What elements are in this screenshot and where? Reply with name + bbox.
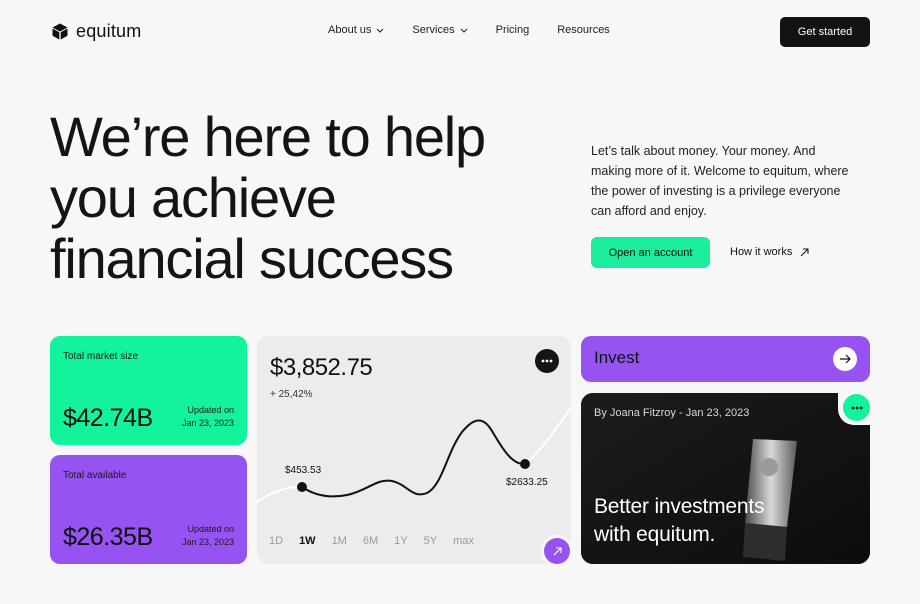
stat-updated-date: Jan 23, 2023 <box>181 537 234 547</box>
brand-name: equitum <box>76 21 142 41</box>
article-more-button[interactable] <box>843 394 870 421</box>
logo[interactable]: equitum <box>52 21 141 42</box>
range-tab-1y[interactable]: 1Y <box>394 535 407 547</box>
hero-title: We’re here to help you achieve financial… <box>50 106 570 289</box>
article-title-line: with equitum. <box>594 523 716 546</box>
stat-updated-date: Jan 23, 2023 <box>181 418 234 428</box>
nav-label: Pricing <box>495 24 530 36</box>
range-tab-5y[interactable]: 5Y <box>424 535 437 547</box>
stat-label: Total available <box>63 470 127 481</box>
stat-card-total-available[interactable]: Total available $26.35B Updated on Jan 2… <box>50 455 247 564</box>
cube-logo-icon <box>52 23 68 40</box>
invest-label: Invest <box>594 348 640 367</box>
range-tab-6m[interactable]: 6M <box>363 535 378 547</box>
stat-value: $42.74B <box>63 404 153 432</box>
chart-point-label: $2633.25 <box>506 477 548 488</box>
top-nav: equitum About us Services Pricing Resour… <box>0 0 920 62</box>
chevron-down-icon <box>377 28 384 33</box>
hero-title-line: financial success <box>50 227 454 290</box>
open-account-button[interactable]: Open an account <box>591 237 710 268</box>
portfolio-change: + 25,42% <box>270 389 313 400</box>
invest-bar[interactable]: Invest <box>581 336 870 382</box>
stat-updated-label: Updated on <box>187 405 234 415</box>
chart-line-background <box>257 485 303 503</box>
hero-title-line: you achieve <box>50 166 337 229</box>
nav-item-resources[interactable]: Resources <box>557 24 610 36</box>
chevron-down-icon <box>460 28 467 33</box>
stat-card-market-size[interactable]: Total market size $42.74B Updated on Jan… <box>50 336 247 445</box>
nav-item-about-us[interactable]: About us <box>328 24 384 36</box>
chart-point <box>520 459 530 469</box>
nav-label: Resources <box>557 24 610 36</box>
more-options-button[interactable] <box>535 349 559 373</box>
nav-item-pricing[interactable]: Pricing <box>496 24 530 36</box>
more-dots-icon <box>541 359 553 363</box>
stat-updated: Updated on Jan 23, 2023 <box>182 404 234 430</box>
chart-point <box>297 482 307 492</box>
hero-title-line: We’re here to help <box>50 105 486 168</box>
arrow-up-right-icon <box>553 546 562 555</box>
portfolio-value: $3,852.75 <box>270 354 373 381</box>
main-menu: About us Services Pricing Resources <box>328 24 610 36</box>
chart-line-background <box>524 407 571 465</box>
article-title-line: Better investments <box>594 495 765 518</box>
range-tab-1m[interactable]: 1M <box>332 535 347 547</box>
get-started-button[interactable]: Get started <box>780 17 870 47</box>
article-meta: By Joana Fitzroy - Jan 23, 2023 <box>594 407 750 419</box>
arrow-right-icon <box>840 354 851 364</box>
stat-updated-label: Updated on <box>187 524 234 534</box>
nav-label: About us <box>328 24 372 36</box>
nav-label: Services <box>412 24 455 36</box>
range-tab-max[interactable]: max <box>453 535 474 547</box>
stat-label: Total market size <box>63 351 139 362</box>
hero-description: Let’s talk about money. Your money. And … <box>591 144 849 218</box>
how-it-works-link[interactable]: How it works <box>730 246 809 258</box>
invest-arrow-button[interactable] <box>833 347 857 371</box>
range-tab-1d[interactable]: 1D <box>269 535 283 547</box>
stat-value: $26.35B <box>63 523 153 551</box>
stat-updated: Updated on Jan 23, 2023 <box>182 523 234 549</box>
chart-point-label: $453.53 <box>285 465 322 476</box>
article-card[interactable]: By Joana Fitzroy - Jan 23, 2023 Better i… <box>581 393 870 564</box>
more-dots-icon <box>851 406 862 409</box>
arrow-up-right-icon <box>800 248 809 256</box>
range-tab-1w[interactable]: 1W <box>299 535 316 547</box>
how-it-works-label: How it works <box>730 246 793 258</box>
chart-series-line <box>301 419 526 498</box>
article-title: Better investments with equitum. <box>594 493 765 549</box>
portfolio-chart-card: $453.53 $2633.25 $3,852.75 + 25,42% 1D 1… <box>257 336 571 564</box>
nav-item-services[interactable]: Services <box>412 24 467 36</box>
open-chart-button[interactable] <box>544 538 570 564</box>
time-range-tabs: 1D 1W 1M 6M 1Y 5Y max <box>269 535 474 547</box>
